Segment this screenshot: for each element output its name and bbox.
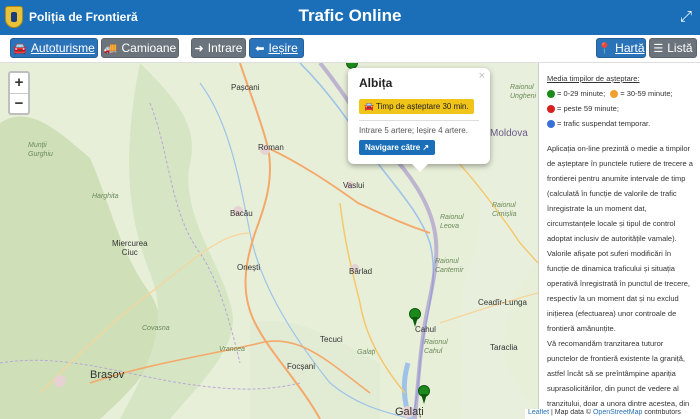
- page-title: Trafic Online: [298, 6, 402, 25]
- map-label-ceadir-lunga: Ceadîr-Lunga: [478, 298, 527, 307]
- leaflet-link[interactable]: Leaflet: [528, 409, 549, 416]
- legend-row: = peste 59 minute;: [547, 101, 694, 116]
- toolbar: 🚘 Autoturisme 🚚 Camioane ➜ Intrare ⬅ Ieș…: [0, 35, 700, 63]
- tab-lista[interactable]: ☰ Listă: [649, 38, 697, 58]
- map-label-raionul-leova: Raionul Leova: [440, 214, 464, 230]
- navigate-button-label: Navigare către: [365, 143, 421, 152]
- map-label-moldova: Moldova: [490, 128, 528, 139]
- legend-red-label: = peste 59 minute;: [557, 104, 619, 113]
- wait-time-label: Timp de așteptare 30 min.: [376, 102, 469, 111]
- attribution-text: | Map data ©: [549, 409, 592, 416]
- map-pin-icon: 📍: [597, 42, 612, 55]
- osm-link[interactable]: OpenStreetMap: [593, 409, 642, 416]
- info-paragraph: Vă recomandăm tranzitarea tuturor puncte…: [547, 339, 690, 408]
- popup-title: Albița: [359, 76, 393, 90]
- map-label-miercurea-ciuc: Miercurea Ciuc: [112, 239, 148, 257]
- map-label-bacau: Bacău: [230, 209, 253, 218]
- tab-iesire[interactable]: ⬅ Ieșire: [249, 38, 304, 58]
- tab-harta[interactable]: 📍 Hartă: [596, 38, 646, 58]
- map-label-birlad: Bârlad: [349, 267, 373, 276]
- arrow-left-icon: ⬅: [255, 42, 265, 55]
- green-marker-icon: [547, 90, 555, 99]
- tab-intrare-label: Intrare: [207, 41, 243, 55]
- map-label-raionul-cimislia: Raionul Cimișlia: [492, 202, 517, 218]
- map-label-covasna: Covasna: [142, 325, 170, 332]
- info-panel: Media timpilor de așteptare: = 0-29 minu…: [538, 63, 700, 409]
- map-label-focsani: Focșani: [287, 362, 316, 371]
- expand-icon[interactable]: ⤢: [680, 9, 692, 24]
- map-label-pascani: Pașcani: [231, 83, 260, 92]
- tab-camioane-label: Camioane: [121, 41, 177, 55]
- map-label-onesti: Onești: [237, 263, 261, 272]
- tab-autoturisme[interactable]: 🚘 Autoturisme: [10, 38, 98, 58]
- map-label-gurghiu: Munții Gurghiu: [28, 142, 53, 158]
- map-label-raionul-cantemir: Raionul Cantemir: [435, 258, 464, 274]
- map-label-raionul-cahul: Raionul Cahul: [424, 339, 448, 355]
- external-link-icon: ↗: [422, 143, 430, 152]
- map-label-roman: Roman: [258, 143, 284, 152]
- legend-blue-label: = trafic suspendat temporar.: [557, 119, 651, 128]
- navigate-button[interactable]: Navigare către ↗: [359, 140, 436, 155]
- legend-row: = 0-29 minute; = 30-59 minute;: [547, 86, 694, 101]
- map-label-galati-county: Galați: [357, 349, 376, 356]
- tab-camioane[interactable]: 🚚 Camioane: [101, 38, 179, 58]
- border-point-marker[interactable]: [418, 385, 430, 405]
- divider: [359, 120, 479, 121]
- car-icon: 🚘: [13, 42, 27, 55]
- tab-iesire-label: Ieșire: [268, 41, 298, 55]
- blue-marker-icon: [547, 120, 555, 129]
- map-label-vrancea: Vrancea: [219, 346, 245, 353]
- legend-heading: Media timpilor de așteptare:: [547, 74, 640, 83]
- close-icon[interactable]: ×: [479, 70, 485, 82]
- map-label-harghita: Harghita: [92, 193, 119, 200]
- info-paragraph: Aplicația on-line prezintă o medie a tim…: [547, 144, 693, 333]
- tab-lista-label: Listă: [667, 41, 693, 55]
- red-marker-icon: [547, 105, 555, 114]
- list-icon: ☰: [653, 42, 664, 55]
- border-point-marker[interactable]: [409, 308, 421, 328]
- tab-autoturisme-label: Autoturisme: [30, 41, 95, 55]
- legend-row: = trafic suspendat temporar.: [547, 116, 694, 131]
- wait-time-badge: 🚘 Timp de așteptare 30 min.: [359, 99, 474, 114]
- map-label-brasov: Brașov: [90, 369, 125, 381]
- zoom-in-button[interactable]: +: [10, 73, 28, 93]
- app-header: Poliția de Frontieră Trafic Online ⤢: [0, 0, 700, 35]
- arrow-right-icon: ➜: [194, 42, 204, 55]
- map-attribution: Leaflet | Map data © OpenStreetMap contr…: [525, 409, 700, 419]
- city-patch: [54, 375, 66, 387]
- tab-intrare[interactable]: ➜ Intrare: [191, 38, 246, 58]
- map-label-tecuci: Tecuci: [320, 335, 343, 344]
- tab-harta-label: Hartă: [615, 41, 645, 55]
- border-point-popup: × Albița 🚘 Timp de așteptare 30 min. Int…: [348, 68, 490, 172]
- zoom-control: + −: [8, 71, 30, 115]
- legend-green-label: = 0-29 minute;: [557, 89, 606, 98]
- map-label-galati: Galați: [395, 406, 424, 418]
- zoom-out-button[interactable]: −: [10, 93, 28, 113]
- lanes-info: Intrare 5 artere; Ieșire 4 artere.: [359, 126, 468, 135]
- map-label-vaslui: Vaslui: [343, 181, 365, 190]
- truck-icon: 🚚: [103, 42, 118, 55]
- map-label-raionul-ungheni: Raionul Ungheni: [510, 84, 537, 100]
- orange-marker-icon: [610, 90, 619, 99]
- car-icon: 🚘: [364, 102, 377, 111]
- map-label-taraclia: Taraclia: [490, 343, 518, 352]
- legend-orange-label: = 30-59 minute;: [620, 89, 673, 98]
- attribution-tail: contributors: [642, 409, 681, 416]
